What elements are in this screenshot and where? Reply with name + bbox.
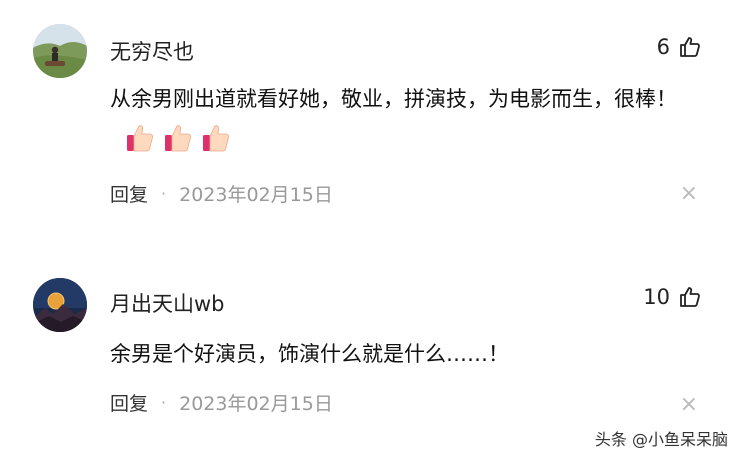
comment-date: 2023年02月15日 [179,184,333,206]
comment-item: 无穷尽也 6 从余男刚出道就看好她，敬业，拼演技，为电影而生，很棒！ 回复 · … [0,0,742,245]
comment-meta: 回复 · 2023年02月15日 [110,180,333,207]
avatar[interactable] [33,24,87,78]
separator-dot: · [161,393,167,412]
emoji-group [124,122,232,154]
thumbs-up-outline-icon [680,287,700,307]
thumbs-up-emoji-icon [203,125,229,152]
watermark: 头条 @小鱼呆呆脑 [594,430,728,449]
comment-text: 余男是个好演员，饰演什么就是什么……！ [110,335,710,373]
close-icon[interactable]: × [680,394,698,416]
comment-meta: 回复 · 2023年02月15日 [110,389,333,416]
reply-button[interactable]: 回复 [110,389,148,416]
close-icon[interactable]: × [680,183,698,205]
username[interactable]: 无穷尽也 [110,36,194,66]
like-button[interactable]: 6 [657,35,702,59]
thumbs-up-outline-icon [680,37,700,57]
like-count: 10 [643,285,670,309]
thumbs-up-emoji-icon [127,125,153,152]
comment-text: 从余男刚出道就看好她，敬业，拼演技，为电影而生，很棒！ [110,80,710,156]
like-button[interactable]: 10 [643,285,702,309]
avatar[interactable] [33,278,87,332]
thumbs-up-emoji-icon [165,125,191,152]
username[interactable]: 月出天山wb [110,288,225,318]
like-count: 6 [656,35,670,59]
comment-date: 2023年02月15日 [179,393,333,415]
separator-dot: · [161,184,167,203]
comment-text-body: 从余男刚出道就看好她，敬业，拼演技，为电影而生，很棒！ [110,87,677,111]
comment-text-body: 余男是个好演员，饰演什么就是什么……！ [110,342,509,366]
reply-button[interactable]: 回复 [110,180,148,207]
